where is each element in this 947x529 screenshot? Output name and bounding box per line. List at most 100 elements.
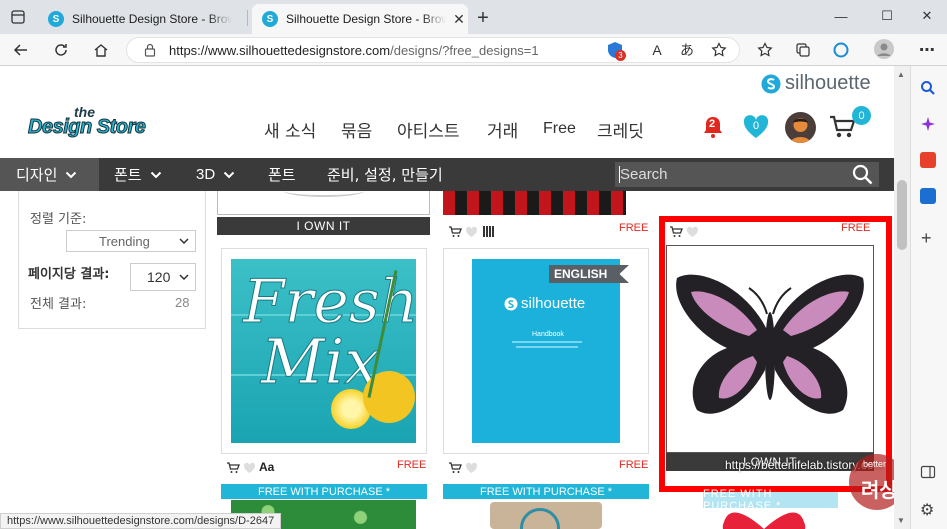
handbook-brand: silhouette: [504, 295, 585, 312]
chevron-down-icon: [179, 238, 189, 244]
wishlist-heart-icon[interactable]: [465, 225, 478, 243]
profile-avatar[interactable]: [874, 39, 894, 59]
browser-tab-1[interactable]: S Silhouette Design Store - Browse: [38, 4, 248, 34]
tab-close-icon[interactable]: ✕: [452, 11, 466, 27]
font-type-badge: Aa: [259, 460, 275, 474]
cart-count: 0: [852, 106, 871, 125]
user-avatar[interactable]: [785, 112, 816, 143]
new-tab-button[interactable]: +: [470, 5, 496, 31]
sort-label: 정렬 기준:: [30, 212, 87, 227]
scrollbar-thumb[interactable]: [897, 180, 907, 250]
handbook-subtitle-line: [512, 341, 582, 343]
menu-bundles[interactable]: 묶음: [341, 117, 372, 142]
wishlist-heart-icon[interactable]: [243, 461, 256, 479]
collections-button[interactable]: [790, 37, 816, 63]
menu-artists[interactable]: 아티스트: [397, 117, 460, 142]
translate-icon[interactable]: あ: [674, 37, 700, 63]
add-sidebar-app-icon[interactable]: +: [921, 228, 932, 249]
settings-more-button[interactable]: ⋯: [914, 37, 940, 63]
per-page-select[interactable]: 120: [130, 263, 196, 291]
silhouette-favicon-icon: S: [262, 11, 278, 27]
buffalo-plaid-design-image[interactable]: [443, 191, 626, 215]
tab-title: Silhouette Design Store - Browse: [286, 12, 446, 26]
home-button[interactable]: [88, 37, 114, 63]
tab-divider: [247, 10, 248, 26]
avatar-icon: [790, 118, 811, 143]
circle-design-shape: [520, 508, 560, 529]
read-aloud-icon[interactable]: A: [644, 37, 670, 63]
design-store-logo[interactable]: the Design Store: [24, 104, 146, 152]
nav-designs[interactable]: 디자인: [16, 158, 77, 191]
refresh-button[interactable]: [48, 37, 74, 63]
office-icon[interactable]: [920, 152, 936, 168]
english-badge: ENGLISH: [549, 265, 629, 283]
menu-free[interactable]: Free: [543, 120, 576, 138]
silhouette-logo-icon: [504, 297, 518, 310]
search-icon[interactable]: [852, 164, 873, 190]
free-with-purchase-banner: FREE WITH PURCHASE *: [703, 488, 838, 512]
wishlist-button[interactable]: 0: [742, 114, 770, 145]
nav-fonts-2[interactable]: 폰트: [268, 158, 296, 191]
add-to-cart-icon[interactable]: [448, 225, 462, 243]
wishlist-heart-icon[interactable]: [686, 225, 699, 243]
add-to-cart-icon[interactable]: [448, 461, 462, 479]
home-icon: [94, 44, 108, 57]
extension-shield-icon[interactable]: 3: [606, 41, 626, 61]
kraft-design-image[interactable]: [490, 502, 602, 529]
silhouette-favicon-icon: S: [48, 11, 64, 27]
tab-actions-button[interactable]: [4, 4, 32, 30]
sort-select[interactable]: Trending: [66, 230, 196, 252]
back-button[interactable]: [8, 37, 34, 63]
silhouette-logo-icon: [761, 74, 781, 93]
silhouette-brand[interactable]: silhouette: [761, 72, 871, 95]
nav-3d[interactable]: 3D: [196, 158, 235, 191]
nav-fonts[interactable]: 폰트: [114, 158, 162, 191]
menu-credits[interactable]: 크레딧: [597, 117, 644, 142]
sidebar-hide-icon[interactable]: [920, 464, 936, 485]
scroll-up-arrow-icon[interactable]: ▲: [897, 70, 905, 79]
notification-count: 2: [709, 118, 716, 130]
product-card-top-1[interactable]: [217, 191, 430, 215]
free-label: FREE: [619, 459, 649, 471]
butterfly-design-image[interactable]: [666, 245, 874, 453]
favorites-button[interactable]: [752, 37, 778, 63]
web-page: silhouette the Design Store 새 소식 묶음 아티스트…: [0, 66, 894, 529]
handbook-brand-text: silhouette: [521, 295, 586, 312]
handbook-subtitle-line: [516, 346, 578, 348]
address-path: /designs/?free_designs=1: [390, 42, 539, 58]
heart-design-image[interactable]: [722, 510, 806, 529]
copilot-sparkle-icon[interactable]: [920, 116, 936, 137]
sort-value: Trending: [99, 233, 150, 249]
browser-tab-2[interactable]: S Silhouette Design Store - Browse ✕: [252, 4, 468, 34]
handbook-title: Handbook: [532, 331, 564, 338]
free-label: FREE: [841, 222, 871, 234]
outlook-icon[interactable]: [920, 188, 936, 204]
search-box[interactable]: Search: [615, 162, 879, 187]
address-host: https://www.silhouettedesignstore.com: [169, 42, 391, 58]
add-to-cart-icon[interactable]: [669, 225, 683, 243]
maximize-button[interactable]: ☐: [874, 3, 900, 29]
search-input[interactable]: Search: [620, 166, 668, 183]
butterfly-icon: [676, 274, 864, 414]
notification-bell-button[interactable]: 2: [700, 114, 726, 145]
add-favorite-button[interactable]: [706, 37, 732, 63]
refresh-icon: [55, 44, 67, 56]
profile-icon: [877, 43, 891, 56]
search-sidebar-icon[interactable]: [920, 80, 936, 101]
minimize-button[interactable]: —: [828, 3, 854, 29]
edge-bar-button[interactable]: [828, 37, 854, 63]
free-label: FREE: [619, 222, 649, 234]
menu-deals[interactable]: 거래: [487, 117, 518, 142]
page-scrollbar[interactable]: [894, 66, 910, 529]
fresh-mix-image[interactable]: Fresh Mix: [231, 259, 416, 443]
wishlist-heart-icon[interactable]: [465, 461, 478, 479]
watermark-badge-main: 려상: [861, 478, 894, 502]
add-to-cart-icon[interactable]: [226, 461, 240, 479]
close-window-button[interactable]: ✕: [914, 3, 940, 29]
menu-news[interactable]: 새 소식: [264, 117, 316, 142]
star-plus-icon: [711, 42, 727, 57]
scroll-down-arrow-icon[interactable]: ▼: [897, 516, 905, 525]
handbook-cover-image[interactable]: silhouette Handbook: [472, 259, 620, 443]
chevron-down-icon: [150, 171, 161, 178]
sidebar-settings-gear-icon[interactable]: ⚙: [920, 500, 934, 520]
